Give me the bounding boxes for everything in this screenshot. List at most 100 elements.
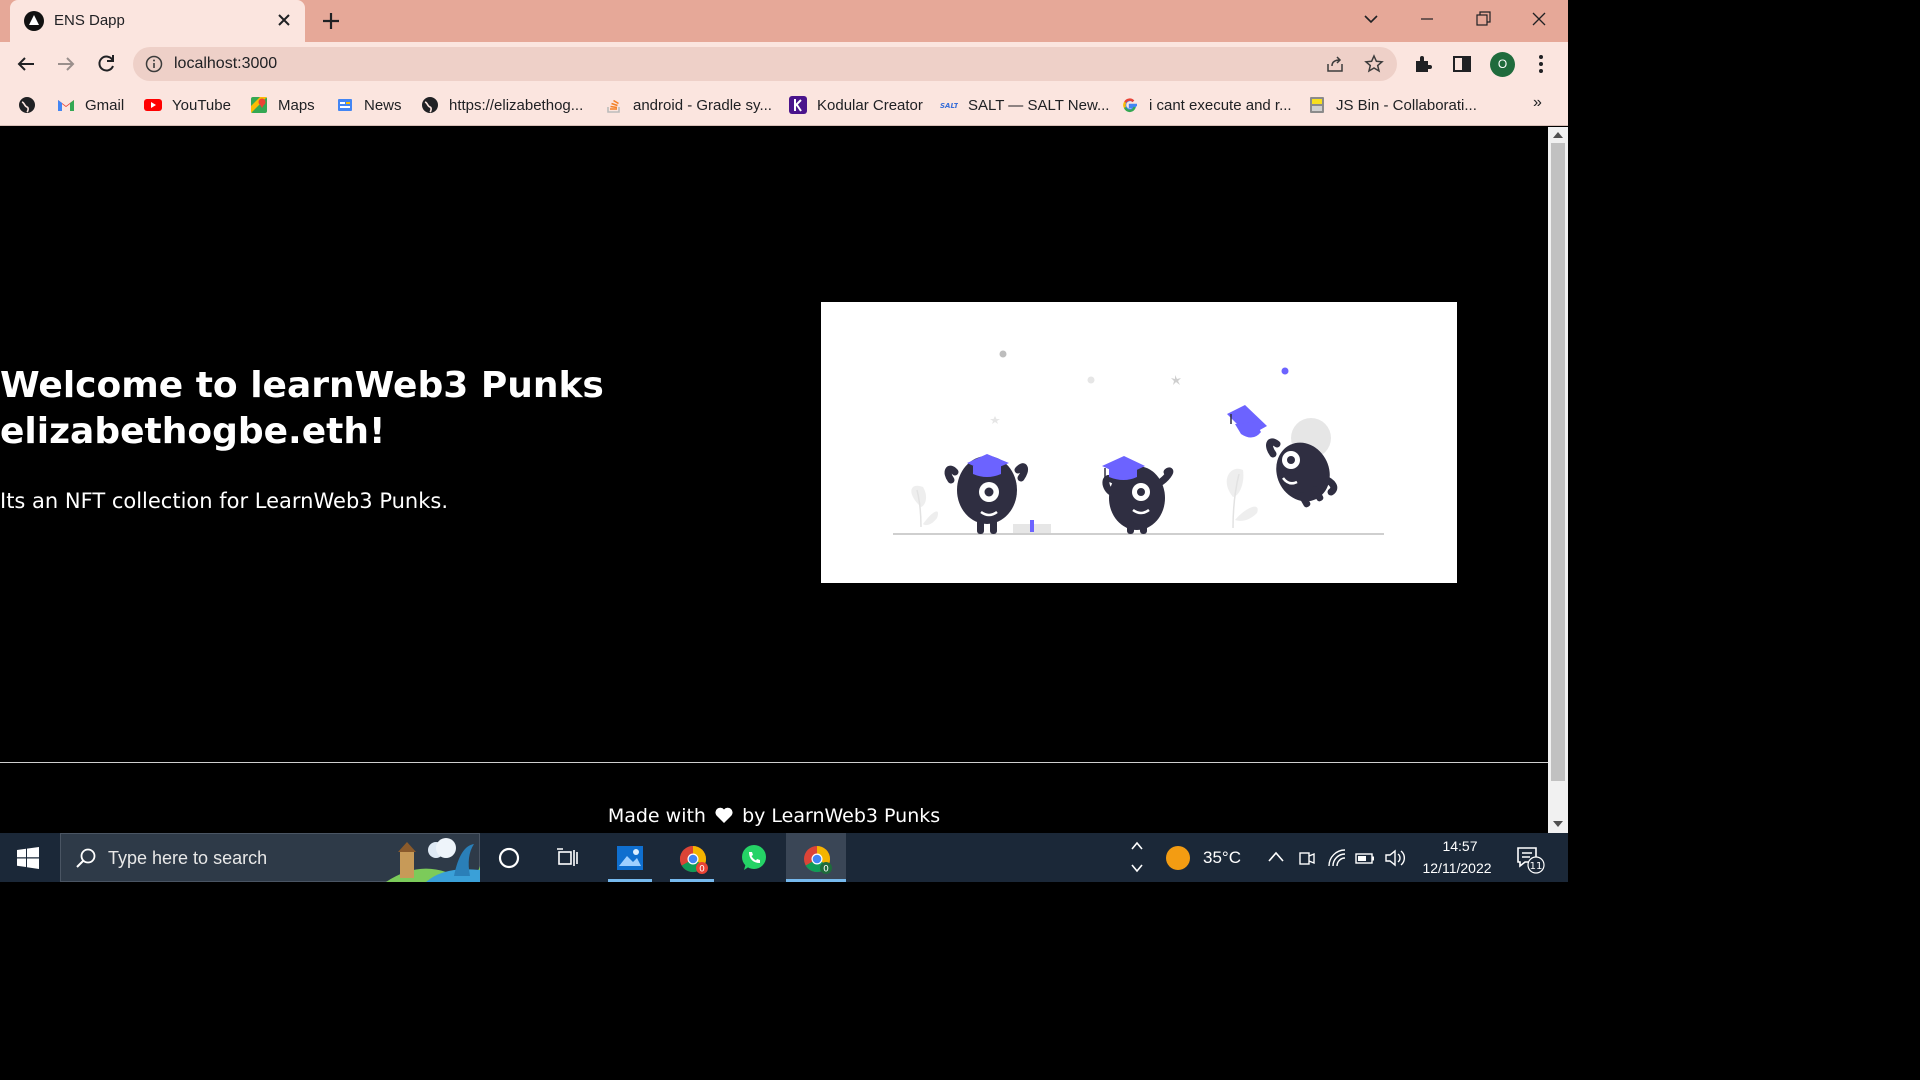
chrome-icon: 0 bbox=[804, 846, 832, 875]
bookmark-youtube[interactable]: YouTube bbox=[144, 94, 231, 116]
search-placeholder: Type here to search bbox=[108, 848, 268, 868]
windows-taskbar: Type here to search 0 0 35°C 14:57 12/11… bbox=[0, 833, 1568, 882]
bookmark-elizabethog[interactable]: https://elizabethog... bbox=[421, 94, 583, 116]
page-scrollbar[interactable] bbox=[1548, 127, 1568, 833]
bookmark-label: android - Gradle sy... bbox=[633, 96, 772, 114]
footer-divider bbox=[0, 762, 1548, 763]
youtube-icon bbox=[144, 99, 162, 111]
scroll-up-arrow-icon[interactable] bbox=[1552, 130, 1564, 140]
bookmark-maps[interactable]: Maps bbox=[250, 94, 315, 116]
url-text[interactable]: localhost:3000 bbox=[174, 55, 277, 73]
task-view-icon[interactable] bbox=[556, 846, 580, 870]
maps-icon bbox=[251, 97, 267, 113]
hero-title-line1: Welcome to learnWeb3 Punks bbox=[0, 365, 604, 406]
globe-icon bbox=[422, 97, 438, 113]
reload-icon[interactable] bbox=[94, 52, 118, 76]
taskbar-search-box[interactable]: Type here to search bbox=[60, 833, 480, 882]
heart-icon bbox=[715, 807, 733, 823]
jsbin-icon bbox=[1310, 97, 1324, 113]
clock-date[interactable]: 12/11/2022 bbox=[1410, 860, 1504, 876]
bookmark-google-search[interactable]: i cant execute and r... bbox=[1121, 94, 1292, 116]
share-icon[interactable] bbox=[1325, 54, 1345, 74]
running-indicator bbox=[608, 879, 652, 882]
scroll-down-arrow-icon[interactable] bbox=[1552, 819, 1564, 829]
footer-text-after: by LearnWeb3 Punks bbox=[742, 805, 941, 827]
volume-icon[interactable] bbox=[1384, 848, 1406, 868]
search-highlight-illustration bbox=[386, 838, 480, 882]
more-bookmarks-button[interactable]: » bbox=[1533, 94, 1542, 112]
bookmark-salt[interactable]: SALT SALT — SALT New... bbox=[940, 94, 1109, 116]
clock-time[interactable]: 14:57 bbox=[1420, 838, 1500, 854]
close-tab-icon[interactable] bbox=[274, 10, 294, 30]
new-tab-icon[interactable] bbox=[320, 10, 342, 32]
taskbar-photos-app[interactable] bbox=[600, 833, 660, 882]
bookmark-label: Gmail bbox=[85, 96, 125, 114]
footer: Made with by LearnWeb3 Punks bbox=[0, 805, 1548, 827]
browser-toolbar: localhost:3000 O bbox=[0, 42, 1568, 86]
bookmark-label: i cant execute and r... bbox=[1149, 96, 1292, 114]
chrome-profile-badge: 0 bbox=[699, 865, 705, 875]
restore-icon[interactable] bbox=[1468, 6, 1498, 32]
graduation-monsters-image bbox=[893, 350, 1384, 535]
tab-ens-dapp[interactable]: ENS Dapp bbox=[10, 0, 305, 42]
bookmark-label: YouTube bbox=[172, 96, 231, 114]
meet-now-icon[interactable] bbox=[1298, 848, 1316, 868]
taskbar-scroll-icon[interactable] bbox=[1128, 837, 1146, 877]
bookmark-label: JS Bin - Collaborati... bbox=[1336, 96, 1477, 114]
hero-description: Its an NFT collection for LearnWeb3 Punk… bbox=[0, 489, 449, 513]
side-panel-icon[interactable] bbox=[1451, 53, 1473, 75]
bookmark-label: Kodular Creator bbox=[817, 96, 923, 114]
bookmark-label: News bbox=[364, 96, 402, 114]
bookmark-kodular[interactable]: Kodular Creator bbox=[789, 94, 923, 116]
bookmark-gmail[interactable]: Gmail bbox=[57, 94, 124, 116]
chrome-profile-badge: 0 bbox=[823, 865, 829, 875]
show-hidden-icons-icon[interactable] bbox=[1267, 849, 1285, 865]
gmail-icon bbox=[58, 100, 74, 111]
cortana-icon[interactable] bbox=[497, 846, 521, 870]
chrome-icon: 0 bbox=[679, 845, 708, 875]
bookmark-label: https://elizabethog... bbox=[449, 96, 584, 114]
battery-icon[interactable] bbox=[1354, 849, 1376, 867]
windows-start-icon[interactable] bbox=[17, 847, 39, 869]
bookmark-label: Maps bbox=[278, 96, 315, 114]
scrollbar-thumb[interactable] bbox=[1551, 143, 1565, 781]
hero-title: Welcome to learnWeb3 Punks elizabethogbe… bbox=[0, 363, 640, 455]
tab-search-icon[interactable] bbox=[1356, 6, 1386, 32]
whatsapp-icon bbox=[742, 845, 766, 870]
site-info-icon[interactable] bbox=[145, 55, 163, 73]
photos-icon bbox=[617, 846, 643, 870]
bookmark-android-gradle[interactable]: android - Gradle sy... bbox=[605, 94, 772, 116]
bookmark-globe[interactable] bbox=[18, 94, 46, 116]
salt-icon: SALT bbox=[940, 102, 958, 110]
taskbar-chrome-app-active[interactable]: 0 bbox=[786, 833, 846, 882]
running-indicator bbox=[670, 879, 714, 882]
taskbar-whatsapp-app[interactable] bbox=[724, 833, 784, 882]
stackoverflow-icon bbox=[607, 99, 620, 113]
address-bar[interactable]: localhost:3000 bbox=[133, 47, 1397, 81]
hero-title-ens-name: elizabethogbe.eth! bbox=[0, 411, 386, 452]
bookmark-label: SALT — SALT New... bbox=[968, 96, 1110, 114]
bookmark-news[interactable]: News bbox=[336, 94, 402, 116]
search-icon bbox=[76, 848, 96, 868]
bookmarks-bar: Gmail YouTube Maps News https://elizabet… bbox=[0, 86, 1568, 126]
extensions-icon[interactable] bbox=[1412, 53, 1434, 75]
profile-avatar[interactable]: O bbox=[1490, 52, 1515, 77]
footer-text-before: Made with bbox=[607, 805, 706, 827]
bookmark-jsbin[interactable]: JS Bin - Collaborati... bbox=[1308, 94, 1477, 116]
wifi-icon[interactable] bbox=[1327, 848, 1347, 868]
forward-icon[interactable] bbox=[54, 52, 78, 76]
bookmark-star-icon[interactable] bbox=[1364, 54, 1384, 74]
globe-icon bbox=[19, 97, 35, 113]
menu-icon[interactable] bbox=[1530, 53, 1552, 75]
taskbar-chrome-app[interactable]: 0 bbox=[662, 833, 722, 882]
close-window-icon[interactable] bbox=[1524, 6, 1554, 32]
weather-temperature[interactable]: 35°C bbox=[1203, 848, 1241, 868]
google-icon bbox=[1123, 98, 1137, 113]
news-icon bbox=[338, 99, 352, 111]
notification-count: 11 bbox=[1530, 861, 1543, 872]
weather-sun-icon[interactable] bbox=[1165, 845, 1191, 871]
svg-text:SALT: SALT bbox=[940, 102, 958, 110]
back-icon[interactable] bbox=[14, 52, 38, 76]
minimize-icon[interactable] bbox=[1412, 6, 1442, 32]
notification-center-icon[interactable]: 11 bbox=[1515, 845, 1549, 875]
